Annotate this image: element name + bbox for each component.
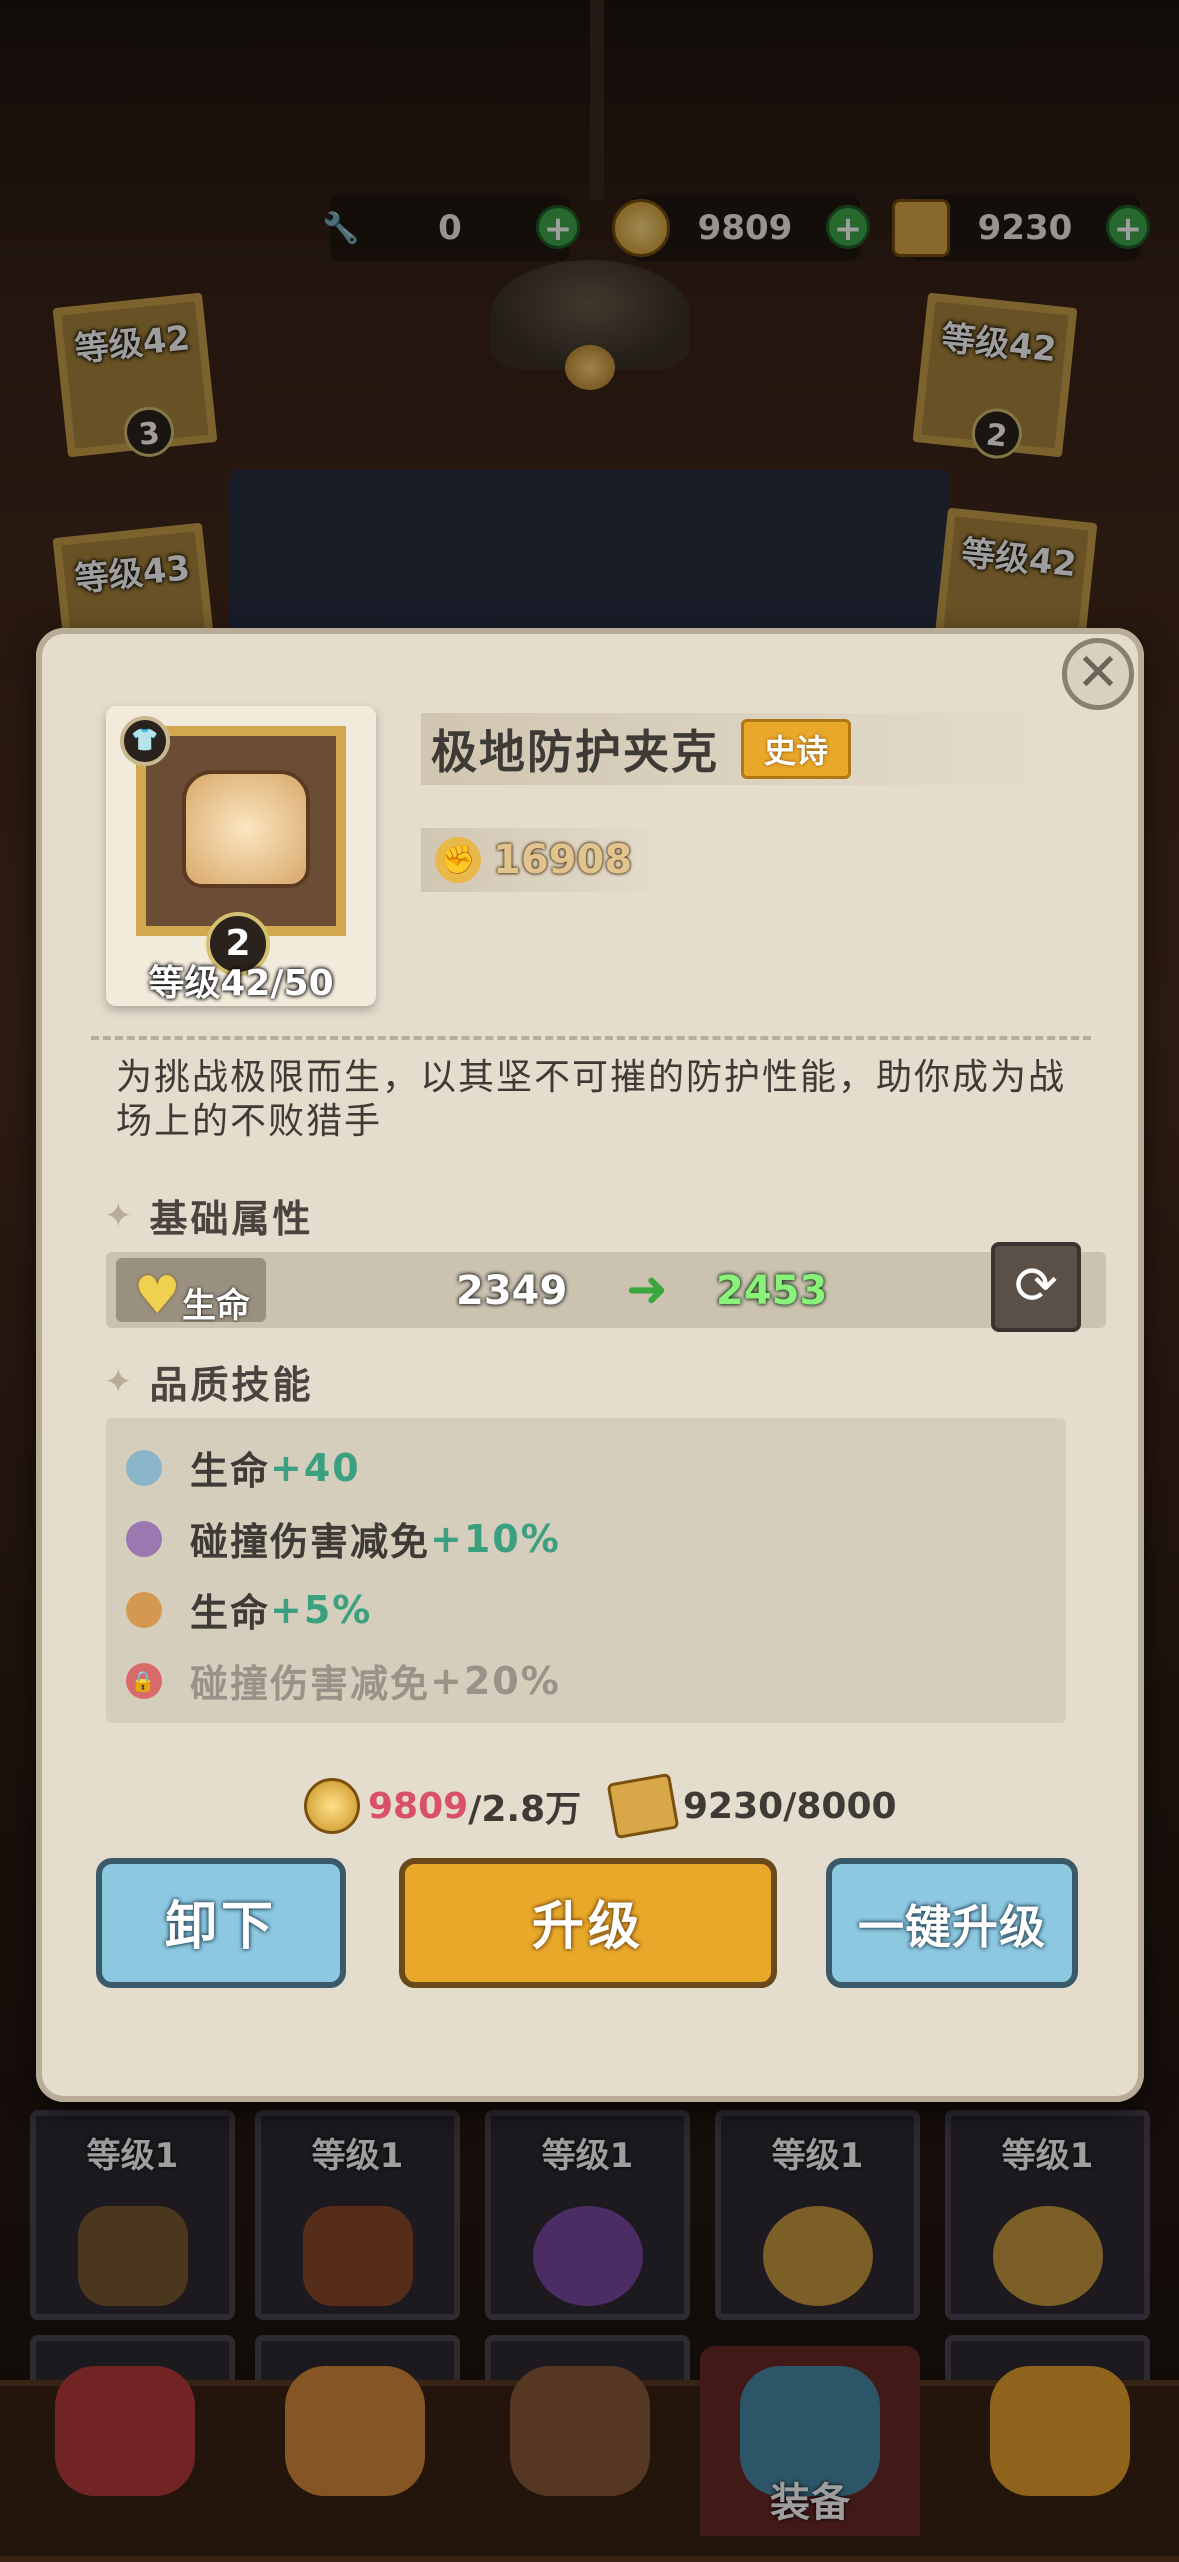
scroll-cost: 9230 /8000 (606, 1772, 897, 1840)
skill-value: +20% (430, 1658, 561, 1703)
quality-skill-title-text: 品质技能 (149, 1363, 314, 1407)
upgrade-button[interactable]: 升级 (399, 1858, 777, 1988)
attr-next-value: 2453 (716, 1268, 828, 1314)
arrow-right-icon: ➜ (626, 1260, 668, 1318)
skill-row: 生命 +5% (126, 1582, 372, 1637)
heart-icon: ♥ (134, 1266, 181, 1326)
skill-row-locked: 🔒 碰撞伤害减免 +20% (126, 1653, 561, 1708)
coin-cost: 9809 /2.8万 (304, 1778, 581, 1834)
base-attr-title-text: 基础属性 (149, 1197, 314, 1241)
refresh-button[interactable]: ⟳ (991, 1242, 1081, 1332)
skill-value: +5% (270, 1587, 373, 1632)
item-level: 等级42/50 (148, 963, 334, 1004)
shirt-slot-icon: 👕 (120, 716, 170, 766)
skill-value: +10% (430, 1516, 561, 1561)
item-name-row: 极地防护夹克 史诗 (421, 713, 1061, 785)
upgrade-all-button[interactable]: 一键升级 (826, 1858, 1078, 1988)
attr-name: 生命 (182, 1286, 250, 1326)
blueprint-scroll-icon (606, 1772, 680, 1840)
unequip-button[interactable]: 卸下 (96, 1858, 346, 1988)
coin-cost-need: /2.8万 (468, 1789, 582, 1830)
base-attr-row: ♥ 生命 2349 ➜ 2453 (106, 1252, 1106, 1328)
attr-current-value: 2349 (456, 1268, 568, 1314)
power-row: ✊ 16908 (421, 828, 661, 892)
divider (91, 1036, 1091, 1040)
refresh-icon: ⟳ (1014, 1256, 1058, 1316)
lock-icon: 🔒 (126, 1662, 162, 1699)
coin-icon (304, 1778, 360, 1834)
skill-row: 生命 +40 (126, 1440, 361, 1495)
rarity-badge: 史诗 (741, 719, 852, 779)
skill-row: 碰撞伤害减免 +10% (126, 1511, 561, 1566)
skill-dot-icon (126, 1520, 162, 1557)
item-image-frame (136, 726, 346, 936)
skill-dot-icon (126, 1591, 162, 1628)
fist-power-icon: ✊ (435, 837, 481, 883)
sparkle-icon: ✦ (104, 1195, 136, 1236)
close-button[interactable]: ✕ (1062, 638, 1134, 710)
skill-value: +40 (270, 1445, 361, 1490)
skill-name: 碰撞伤害减免 (190, 1520, 431, 1564)
scroll-cost-have: 9230 (683, 1785, 784, 1827)
attr-label: ♥ 生命 (116, 1258, 266, 1326)
power-value: 16908 (493, 837, 633, 883)
skill-dot-icon (126, 1449, 162, 1486)
item-name: 极地防护夹克 (431, 725, 719, 779)
sparkle-icon: ✦ (104, 1361, 136, 1402)
coin-cost-have: 9809 (368, 1785, 469, 1827)
skill-name: 生命 (190, 1449, 271, 1493)
item-description: 为挑战极限而生，以其坚不可摧的防护性能，助你成为战场上的不败猎手 (116, 1057, 1067, 1142)
quality-skills-list: 生命 +40 碰撞伤害减免 +10% 生命 +5% 🔒 碰撞伤害减免 +20% (106, 1418, 1066, 1723)
skill-name: 碰撞伤害减免 (190, 1662, 431, 1706)
scroll-cost-need: /8000 (783, 1785, 897, 1827)
quality-skill-title: ✦ 品质技能 (104, 1354, 314, 1409)
base-attr-title: ✦ 基础属性 (104, 1188, 314, 1243)
item-card: 👕 2 等级42/50 (106, 706, 376, 1006)
equipment-detail-modal: ✕ 👕 2 等级42/50 极地防护夹克 史诗 ✊ 16908 为挑战极限而生，… (36, 628, 1144, 2102)
jacket-icon (182, 770, 310, 888)
skill-name: 生命 (190, 1591, 271, 1635)
